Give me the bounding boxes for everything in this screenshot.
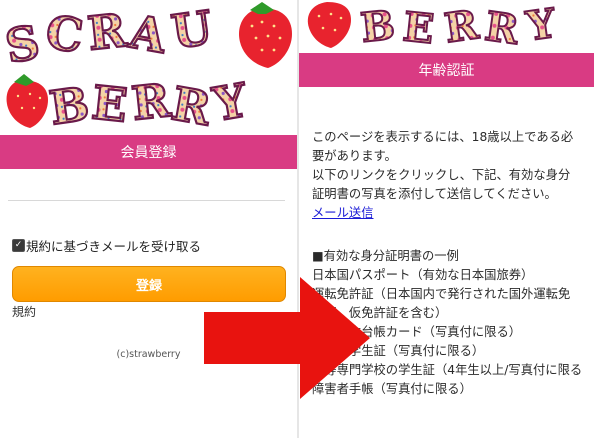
scrubberry-logo: S C R A U B E R R Y (0, 0, 292, 135)
intro-text: このページを表示するには、18歳以上である必 要があります。 以下のリンクをクリ… (312, 128, 587, 223)
svg-text:E: E (401, 3, 436, 52)
intro-line: 以下のリンクをクリックし、下記、有効な身分 (312, 168, 571, 182)
register-button-label: 登録 (135, 278, 162, 294)
id-list-heading: ■有効な身分証明書の一例 (312, 249, 459, 263)
scrubberry-logo: B E R R Y (307, 0, 560, 52)
svg-text:R: R (168, 76, 216, 135)
mail-consent-checkbox[interactable]: ✓ 規約に基づきメールを受け取る (12, 236, 201, 255)
age-verification-header: 年齢認証 (299, 53, 594, 87)
svg-text:U: U (168, 0, 215, 59)
svg-text:S: S (1, 15, 43, 74)
strawberry-icon (238, 2, 292, 68)
svg-text:Y: Y (208, 73, 252, 132)
checkmark-icon[interactable]: ✓ (12, 239, 25, 252)
signup-title: 会員登録 (120, 145, 177, 161)
strawberry-icon (6, 74, 49, 128)
svg-text:E: E (89, 75, 130, 132)
signup-header: 会員登録 (0, 135, 297, 169)
svg-text:R: R (85, 3, 129, 61)
send-mail-link[interactable]: メール送信 (312, 206, 374, 220)
svg-text:C: C (43, 5, 87, 64)
checkbox-label: 規約に基づきメールを受け取る (26, 239, 202, 254)
age-verification-title: 年齢認証 (418, 63, 475, 79)
svg-text:A: A (125, 4, 172, 64)
strawberry-icon (307, 2, 351, 48)
svg-text:Y: Y (523, 0, 559, 50)
intro-line: このページを表示するには、18歳以上である必 (312, 130, 574, 144)
terms-link[interactable]: 規約 (12, 303, 36, 320)
divider (8, 200, 285, 201)
svg-text:B: B (46, 76, 92, 135)
svg-text:R: R (442, 1, 482, 52)
right-arrow-icon (204, 277, 370, 399)
intro-line: 要があります。 (312, 149, 397, 163)
svg-text:R: R (482, 3, 522, 52)
svg-text:R: R (129, 73, 173, 131)
intro-line: 証明書の写真を添付して送信してください。 (312, 187, 557, 201)
svg-text:B: B (358, 1, 397, 51)
